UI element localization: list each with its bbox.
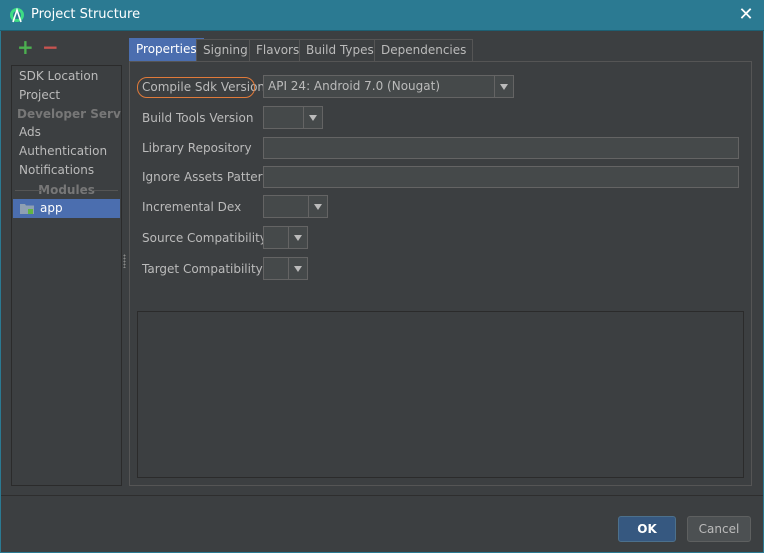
sidebar-item-label: app <box>40 201 63 215</box>
target-compatibility-select[interactable] <box>263 257 308 280</box>
window-title: Project Structure <box>31 7 141 22</box>
sidebar-header-developer-services: Developer Servi... <box>17 107 121 121</box>
ignore-assets-label: Ignore Assets Pattern <box>142 170 271 184</box>
add-icon[interactable]: + <box>17 37 34 57</box>
source-compatibility-select[interactable] <box>263 226 308 249</box>
chevron-down-icon <box>288 227 307 248</box>
divider <box>1 495 763 496</box>
sidebar-item-project[interactable]: Project <box>19 86 60 104</box>
sidebar-header-modules: Modules <box>13 183 120 197</box>
android-studio-icon <box>10 7 24 23</box>
tab-flavors[interactable]: Flavors <box>249 39 307 61</box>
source-compatibility-label: Source Compatibility <box>142 231 267 245</box>
sidebar-item-sdk-location[interactable]: SDK Location <box>19 67 98 85</box>
library-repository-label: Library Repository <box>142 141 252 155</box>
sidebar-item-notifications[interactable]: Notifications <box>19 161 94 179</box>
close-button[interactable]: ✕ <box>736 5 756 25</box>
library-repository-field[interactable] <box>263 137 739 159</box>
details-area <box>137 311 744 478</box>
chevron-down-icon <box>288 258 307 279</box>
tab-signing[interactable]: Signing <box>196 39 255 61</box>
sidebar-item-app[interactable]: app <box>13 199 120 218</box>
sidebar: SDK Location Project Developer Servi... … <box>11 65 122 486</box>
sidebar-item-authentication[interactable]: Authentication <box>19 142 107 160</box>
title-bar: Project Structure ✕ <box>0 0 764 31</box>
chevron-down-icon <box>308 196 327 217</box>
sidebar-item-ads[interactable]: Ads <box>19 123 41 141</box>
ignore-assets-field[interactable] <box>263 166 739 188</box>
tab-build-types[interactable]: Build Types <box>299 39 381 61</box>
build-tools-label: Build Tools Version <box>142 111 254 125</box>
incremental-dex-select[interactable] <box>263 195 328 218</box>
cancel-button[interactable]: Cancel <box>687 516 751 542</box>
tab-dependencies[interactable]: Dependencies <box>374 39 474 61</box>
build-tools-select[interactable] <box>263 106 323 129</box>
splitter-handle[interactable] <box>123 254 126 268</box>
compile-sdk-select[interactable]: API 24: Android 7.0 (Nougat) <box>263 75 514 98</box>
module-folder-icon <box>20 204 34 214</box>
chevron-down-icon <box>494 76 513 97</box>
chevron-down-icon <box>303 107 322 128</box>
target-compatibility-label: Target Compatibility <box>142 262 263 276</box>
remove-icon[interactable]: − <box>42 37 59 57</box>
ok-button[interactable]: OK <box>618 516 676 542</box>
incremental-dex-label: Incremental Dex <box>142 200 242 214</box>
annotation-circle <box>137 77 255 98</box>
compile-sdk-value: API 24: Android 7.0 (Nougat) <box>268 79 440 93</box>
tab-properties[interactable]: Properties <box>129 38 204 61</box>
